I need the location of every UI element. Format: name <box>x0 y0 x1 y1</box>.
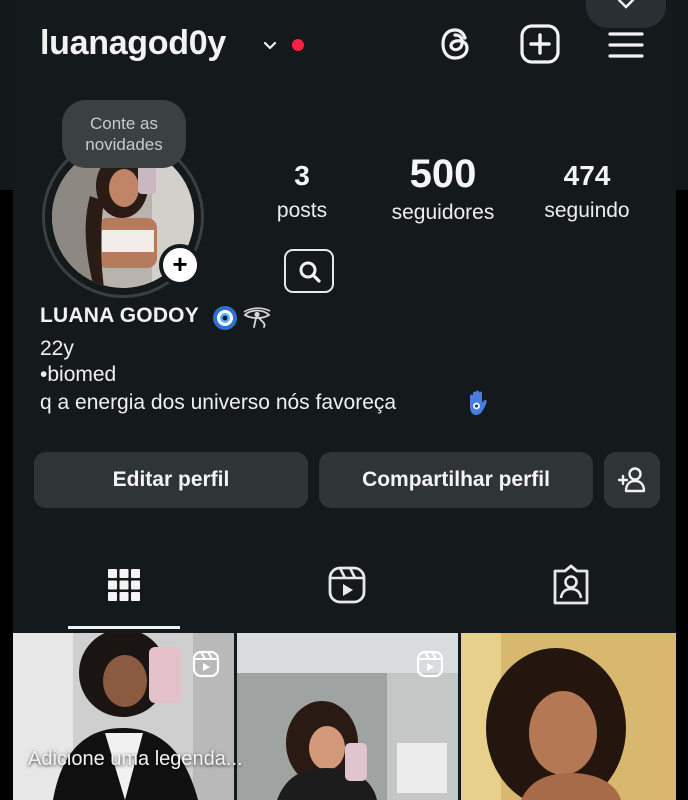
bio-line: •biomed <box>40 363 117 386</box>
share-profile-button[interactable]: Compartilhar perfil <box>319 452 593 508</box>
hamsa-hand-icon <box>470 390 487 415</box>
add-story-button[interactable]: + <box>159 244 201 286</box>
edit-profile-button[interactable]: Editar perfil <box>34 452 308 508</box>
stat-following[interactable]: 474 seguindo <box>528 158 646 224</box>
search-icon <box>299 261 321 283</box>
stat-value: 3 <box>294 160 310 191</box>
create-plus-icon[interactable] <box>518 22 562 66</box>
stat-label: posts <box>276 199 328 222</box>
post-tile[interactable] <box>237 633 458 800</box>
discover-people-button[interactable] <box>604 452 660 508</box>
chevron-down-icon <box>617 0 635 9</box>
grid-icon[interactable] <box>99 560 149 610</box>
stat-followers[interactable]: 500 seguidores <box>376 152 510 226</box>
reel-badge-icon <box>416 650 444 678</box>
username-title[interactable]: luanagod0y <box>40 24 226 63</box>
stat-value: 474 <box>563 160 611 191</box>
frame-edge-right <box>676 190 688 800</box>
pull-down-tab[interactable] <box>586 0 666 28</box>
threads-icon[interactable] <box>434 22 478 66</box>
evil-eye-icon <box>213 306 237 330</box>
add-user-icon <box>617 467 646 493</box>
stat-label: seguindo <box>544 199 630 222</box>
top-bar: luanagod0y <box>0 0 688 92</box>
reel-badge-icon <box>192 650 220 678</box>
bio-line: q a energia dos universo nós favoreça <box>40 391 397 414</box>
chevron-down-icon[interactable] <box>262 38 278 54</box>
reels-icon[interactable] <box>322 560 372 610</box>
bio-line: 22y <box>40 337 74 360</box>
post-tile[interactable] <box>461 633 676 800</box>
full-name: LUANA GODOY <box>40 304 199 327</box>
stat-posts[interactable]: 3 posts <box>262 158 342 224</box>
note-bubble[interactable]: Conte as novidades <box>62 100 186 168</box>
notification-dot <box>292 39 304 51</box>
stat-value: 500 <box>409 152 477 196</box>
tagged-icon[interactable] <box>546 560 596 610</box>
frame-edge-left <box>0 190 13 800</box>
eye-of-horus-icon <box>243 307 271 328</box>
search-button[interactable] <box>284 249 334 293</box>
stat-label: seguidores <box>391 201 495 224</box>
post-tile[interactable] <box>13 633 234 800</box>
active-tab-indicator <box>68 626 180 629</box>
post-caption: Adicione uma legenda... <box>28 748 243 770</box>
menu-icon[interactable] <box>604 22 648 66</box>
